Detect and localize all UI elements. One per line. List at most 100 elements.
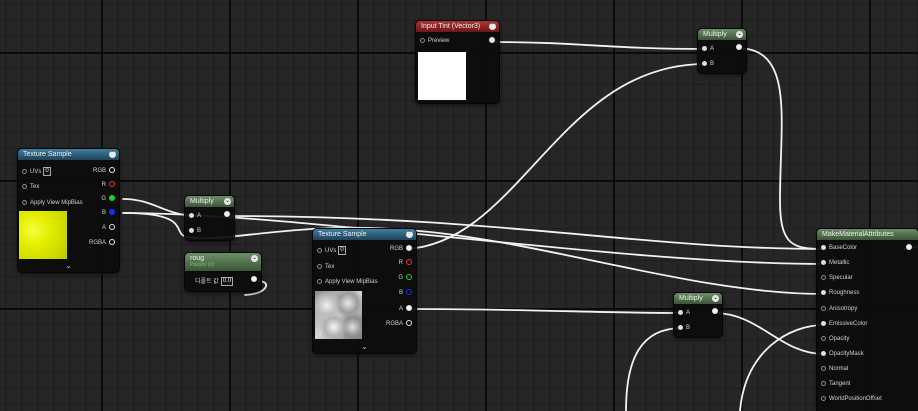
output-rgba[interactable]: RGBA — [386, 320, 412, 329]
node-header[interactable]: Texture Sample ⌃ — [18, 149, 119, 160]
output-g[interactable]: G — [398, 274, 412, 283]
input-a-row[interactable]: A — [678, 309, 690, 318]
output-pin-icon[interactable] — [224, 211, 230, 218]
tex-input-row[interactable]: Tex — [317, 263, 334, 272]
multiply-node[interactable]: Multiply ⌄ A B — [674, 293, 722, 337]
output-b[interactable]: B — [399, 289, 412, 298]
collapse-icon[interactable]: ⌃ — [406, 231, 413, 238]
input-pin-icon[interactable] — [821, 365, 826, 371]
node-header[interactable]: Multiply ⌄ — [698, 29, 746, 40]
default-value-field[interactable]: 0.0 — [220, 277, 234, 286]
input-normal[interactable]: Normal — [821, 365, 848, 374]
texture-sample-node[interactable]: Texture Sample ⌃ UVs 0 Tex Apply View Mip… — [313, 229, 416, 353]
output-pin-icon[interactable] — [109, 167, 115, 174]
output-row[interactable] — [248, 276, 257, 285]
collapse-icon[interactable]: ⌄ — [251, 255, 258, 262]
input-pin-icon[interactable] — [22, 183, 27, 189]
input-opacity[interactable]: Opacity — [821, 335, 849, 344]
output-pin-icon[interactable] — [406, 289, 412, 296]
output-rgb[interactable]: RGB — [93, 167, 115, 176]
node-header[interactable]: roug Param (0) ⌄ — [185, 253, 261, 271]
input-pin-icon[interactable] — [821, 335, 826, 341]
input-pin-icon[interactable] — [420, 37, 425, 43]
preview-input-row[interactable]: Preview — [420, 37, 449, 46]
input-a-row[interactable]: A — [189, 212, 201, 221]
multiply-node[interactable]: Multiply ⌄ A B — [185, 196, 234, 240]
input-metallic[interactable]: Metallic — [821, 259, 849, 268]
input-pin-icon[interactable] — [189, 212, 194, 218]
input-pin-icon[interactable] — [821, 259, 826, 265]
node-header[interactable]: Multiply ⌄ — [185, 196, 234, 207]
output-a[interactable]: A — [399, 305, 412, 314]
input-pin-icon[interactable] — [702, 45, 707, 51]
output-b[interactable]: B — [102, 209, 115, 218]
output-pin-icon[interactable] — [712, 308, 718, 315]
chevron-down-icon[interactable]: ⌄ — [313, 344, 416, 352]
input-pin-icon[interactable] — [189, 227, 194, 233]
uvs-value-field[interactable]: 0 — [43, 167, 51, 176]
input-emissivecolor[interactable]: EmissiveColor — [821, 320, 867, 329]
input-pin-icon[interactable] — [702, 60, 707, 66]
collapse-icon[interactable]: ⌄ — [224, 198, 231, 205]
input-pin-icon[interactable] — [678, 324, 683, 330]
output-pin-icon[interactable] — [406, 245, 412, 252]
output-pin-icon[interactable] — [406, 259, 412, 266]
input-pin-icon[interactable] — [317, 263, 322, 269]
input-roughness[interactable]: Roughness — [821, 289, 859, 298]
input-pin-icon[interactable] — [678, 309, 683, 315]
input-pin-icon[interactable] — [821, 244, 826, 250]
output-pin-icon[interactable] — [906, 244, 912, 251]
input-pin-icon[interactable] — [317, 248, 322, 253]
output-pin-icon[interactable] — [736, 44, 742, 51]
node-header[interactable]: MakeMaterialAttributes — [817, 229, 918, 240]
input-pin-icon[interactable] — [22, 169, 27, 174]
default-value-row[interactable]: 디폴트 값 0.0 — [195, 277, 234, 286]
output-r[interactable]: R — [102, 181, 115, 190]
output-pin-icon[interactable] — [109, 181, 115, 188]
input-pin-icon[interactable] — [821, 320, 826, 326]
input-basecolor[interactable]: BaseColor — [821, 244, 857, 253]
input-pin-icon[interactable] — [821, 395, 826, 401]
uvs-input-row[interactable]: UVs 0 — [317, 246, 346, 255]
scalar-parameter-node[interactable]: roug Param (0) ⌄ 디폴트 값 0.0 — [185, 253, 261, 291]
input-pin-icon[interactable] — [22, 199, 27, 205]
input-worldpositionoffset[interactable]: WorldPositionOffset — [821, 395, 882, 404]
input-anisotropy[interactable]: Anisotropy — [821, 305, 857, 314]
output-pin-icon[interactable] — [109, 239, 115, 246]
output-a[interactable]: A — [102, 224, 115, 233]
output-pin-icon[interactable] — [406, 320, 412, 327]
output-rgb[interactable]: RGB — [390, 245, 412, 254]
output-row[interactable] — [709, 308, 718, 317]
input-b-row[interactable]: B — [678, 324, 690, 333]
output-row[interactable] — [221, 211, 230, 220]
input-specular[interactable]: Specular — [821, 274, 853, 283]
collapse-icon[interactable]: ⌄ — [736, 31, 743, 38]
collapse-icon[interactable]: ⌃ — [489, 23, 496, 30]
input-pin-icon[interactable] — [317, 278, 322, 284]
output-g[interactable]: G — [101, 195, 115, 204]
output-pin-icon[interactable] — [251, 276, 257, 283]
tex-input-row[interactable]: Tex — [22, 183, 39, 192]
input-opacitymask[interactable]: OpacityMask — [821, 350, 864, 359]
output-pin-icon[interactable] — [406, 274, 412, 281]
output-pin-icon[interactable] — [109, 209, 115, 216]
node-header[interactable]: Input Tint (Vector3) ⌃ — [416, 21, 499, 32]
input-pin-icon[interactable] — [821, 274, 826, 280]
output-row[interactable] — [733, 44, 742, 53]
output-pin-icon[interactable] — [109, 224, 115, 231]
uvs-input-row[interactable]: UVs 0 — [22, 167, 51, 176]
output-pin-icon[interactable] — [109, 195, 115, 202]
input-pin-icon[interactable] — [821, 380, 826, 386]
output-r[interactable]: R — [399, 259, 412, 268]
collapse-icon[interactable]: ⌃ — [109, 151, 116, 158]
mipbias-input-row[interactable]: Apply View MipBias — [317, 278, 378, 287]
input-b-row[interactable]: B — [189, 227, 201, 236]
output-pin-icon[interactable] — [406, 305, 412, 312]
collapse-icon[interactable]: ⌄ — [712, 295, 719, 302]
input-pin-icon[interactable] — [821, 305, 826, 311]
input-a-row[interactable]: A — [702, 45, 714, 54]
multiply-node[interactable]: Multiply ⌄ A B — [698, 29, 746, 73]
input-pin-icon[interactable] — [821, 289, 826, 295]
texture-sample-node[interactable]: Texture Sample ⌃ UVs 0 Tex Apply View Mip… — [18, 149, 119, 272]
output-pin-icon[interactable] — [489, 37, 495, 44]
